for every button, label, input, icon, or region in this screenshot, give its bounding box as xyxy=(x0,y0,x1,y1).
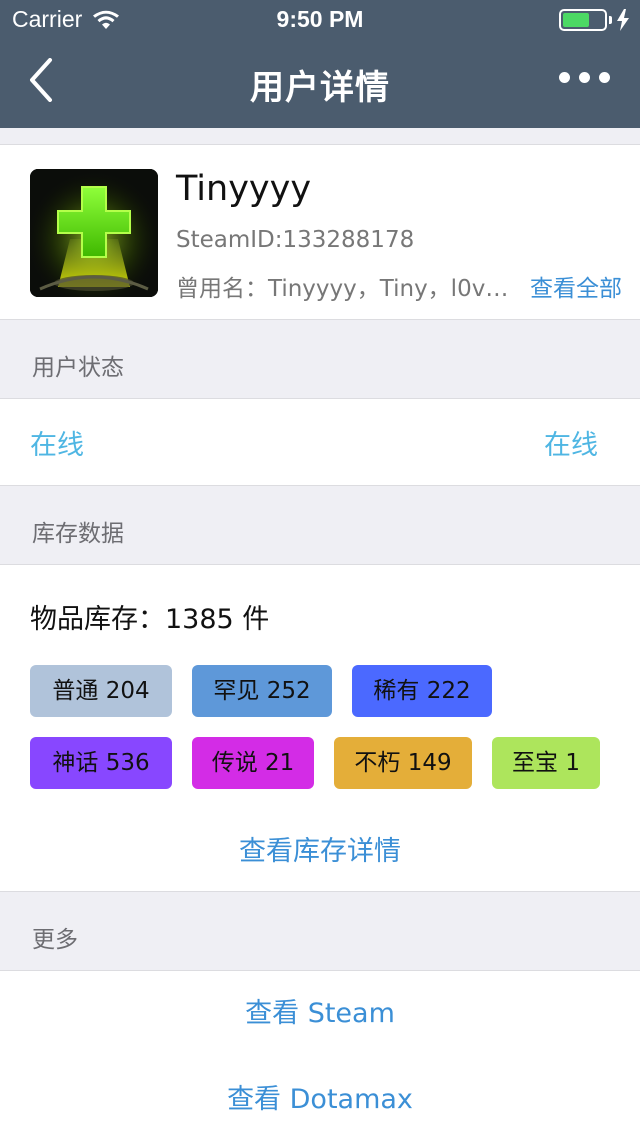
view-steam-link[interactable]: 查看 Steam xyxy=(0,970,640,1058)
status-time: 9:50 PM xyxy=(276,6,364,32)
profile-card: Tinyyyy SteamID:133288178 曾用名：Tinyyyy，Ti… xyxy=(0,144,640,320)
more-dots-icon xyxy=(559,72,570,83)
section-header-more: 更多 xyxy=(32,927,78,953)
rarity-badge-immortal[interactable]: 不朽 149 xyxy=(334,737,472,789)
more-dot xyxy=(599,72,610,83)
avatar-image xyxy=(30,169,158,297)
page-title: 用户详情 xyxy=(250,68,390,108)
section-header-user-status: 用户状态 xyxy=(32,355,124,381)
steam-id: SteamID:133288178 xyxy=(176,227,415,253)
view-dotamax-link[interactable]: 查看 Dotamax xyxy=(0,1057,640,1136)
rarity-badge-rare[interactable]: 稀有 222 xyxy=(352,665,492,717)
previous-names: 曾用名：Tinyyyy，Tiny，l0ve，Tinyy xyxy=(176,276,512,302)
status-right xyxy=(559,9,630,31)
more-dot xyxy=(579,72,590,83)
online-status-value: 在线 xyxy=(544,430,598,461)
status-bar: Carrier 9:50 PM xyxy=(0,0,640,40)
view-all-names-link[interactable]: 查看全部 xyxy=(530,269,622,303)
inventory-total: 物品库存：1385 件 xyxy=(30,604,270,635)
battery-cap xyxy=(609,16,612,24)
user-status-row: 在线 在线 xyxy=(0,398,640,486)
charging-icon xyxy=(617,9,629,31)
rarity-badge-mythical[interactable]: 神话 536 xyxy=(30,737,172,789)
rarity-badge-legendary[interactable]: 传说 21 xyxy=(192,737,314,789)
inventory-detail-link[interactable]: 查看库存详情 xyxy=(0,829,640,868)
user-name: Tinyyyy xyxy=(176,169,312,209)
online-status-label: 在线 xyxy=(30,430,84,461)
rarity-badge-uncommon[interactable]: 罕见 252 xyxy=(192,665,332,717)
inventory-panel: 物品库存：1385 件 普通 204 罕见 252 稀有 222 神话 536 … xyxy=(0,564,640,892)
section-header-inventory: 库存数据 xyxy=(32,521,124,547)
battery-icon xyxy=(559,9,607,31)
rarity-badge-arcana[interactable]: 至宝 1 xyxy=(492,737,600,789)
avatar xyxy=(30,169,158,297)
rarity-badge-common[interactable]: 普通 204 xyxy=(30,665,172,717)
navigation-bar: Carrier 9:50 PM 用户详情 xyxy=(0,0,640,128)
more-button[interactable] xyxy=(559,72,610,83)
